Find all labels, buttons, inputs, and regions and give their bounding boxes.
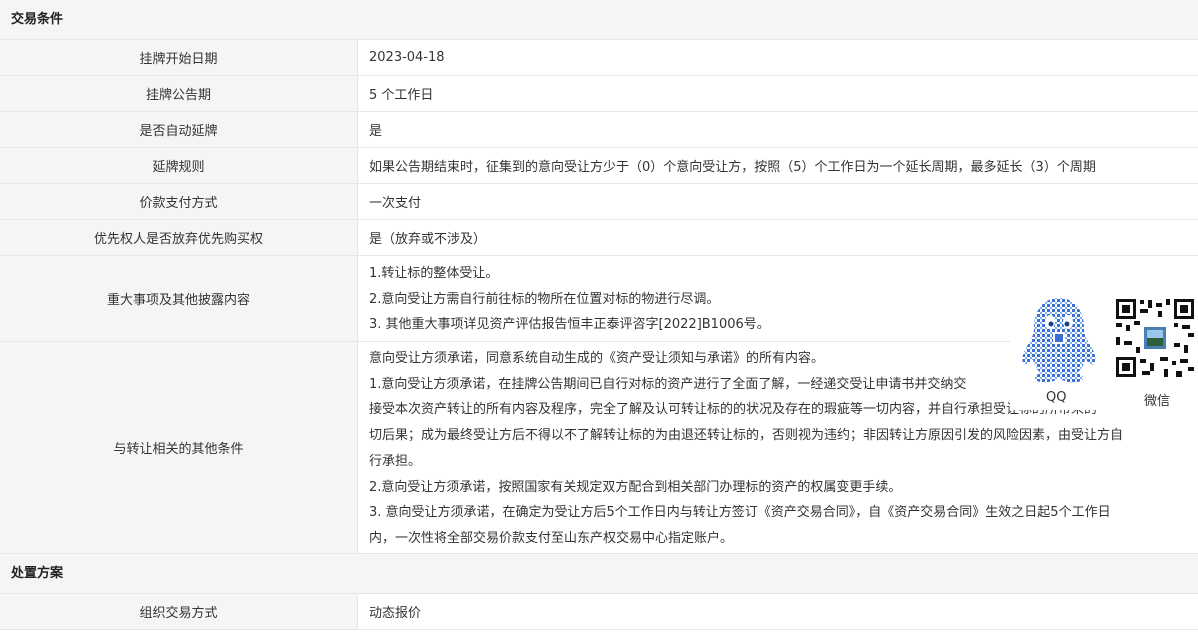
value-priority: 是（放弃或不涉及） <box>369 232 487 247</box>
label-notice-period: 挂牌公告期 <box>0 76 358 111</box>
disclosure-line: 1.转让标的整体受让。 <box>369 266 499 281</box>
value-notice-period: 5 个工作日 <box>369 88 434 103</box>
row-notice-period: 挂牌公告期 5 个工作日 <box>0 76 1198 112</box>
condition-line: 3. 意向受让方须承诺，在确定为受让方后5个工作日内与转让方签订《资产交易合同》… <box>369 505 1111 521</box>
value-start-date: 2023-04-18 <box>369 50 445 65</box>
qq-penguin-qr-icon[interactable] <box>1012 294 1106 386</box>
row-trade-method: 组织交易方式 动态报价 <box>0 594 1198 630</box>
row-payment: 价款支付方式 一次支付 <box>0 184 1198 220</box>
label-payment: 价款支付方式 <box>0 184 358 219</box>
value-extend-rule: 如果公告期结束时，征集到的意向受让方少于（0）个意向受让方，按照（5）个工作日为… <box>369 160 1096 175</box>
label-auto-extend: 是否自动延牌 <box>0 112 358 147</box>
row-priority: 优先权人是否放弃优先购买权 是（放弃或不涉及） <box>0 220 1198 256</box>
row-extend-rule: 延牌规则 如果公告期结束时，征集到的意向受让方少于（0）个意向受让方，按照（5）… <box>0 148 1198 184</box>
label-trade-method: 组织交易方式 <box>0 594 358 629</box>
condition-line: 切后果；成为最终受让方后不得以不了解转让标的为由退还转让标的，否则视为违约；非因… <box>369 428 1124 444</box>
wechat-qr-icon[interactable] <box>1114 297 1196 379</box>
wechat-caption: 微信 <box>1144 394 1171 409</box>
value-trade-method: 动态报价 <box>369 606 422 621</box>
row-auto-extend: 是否自动延牌 是 <box>0 112 1198 148</box>
condition-line: 行承担。 <box>369 453 422 469</box>
condition-line: 2.意向受让方须承诺，按照国家有关规定双方配合到相关部门办理标的资产的权属变更手… <box>369 479 902 495</box>
section-header-trade: 交易条件 <box>0 0 1198 40</box>
qq-caption: QQ <box>1046 390 1067 405</box>
qr-panel: QQ 微信 <box>1010 294 1198 410</box>
label-other-conditions: 与转让相关的其他条件 <box>0 342 358 553</box>
section-header-disposal: 处置方案 <box>0 554 1198 594</box>
label-priority: 优先权人是否放弃优先购买权 <box>0 220 358 255</box>
value-payment: 一次支付 <box>369 196 422 211</box>
label-disclosure: 重大事项及其他披露内容 <box>0 256 358 341</box>
label-start-date: 挂牌开始日期 <box>0 40 358 75</box>
condition-line: 内，一次性将全部交易价款支付至山东产权交易中心指定账户。 <box>369 530 734 546</box>
value-auto-extend: 是 <box>369 124 383 139</box>
label-extend-rule: 延牌规则 <box>0 148 358 183</box>
row-start-date: 挂牌开始日期 2023-04-18 <box>0 40 1198 76</box>
